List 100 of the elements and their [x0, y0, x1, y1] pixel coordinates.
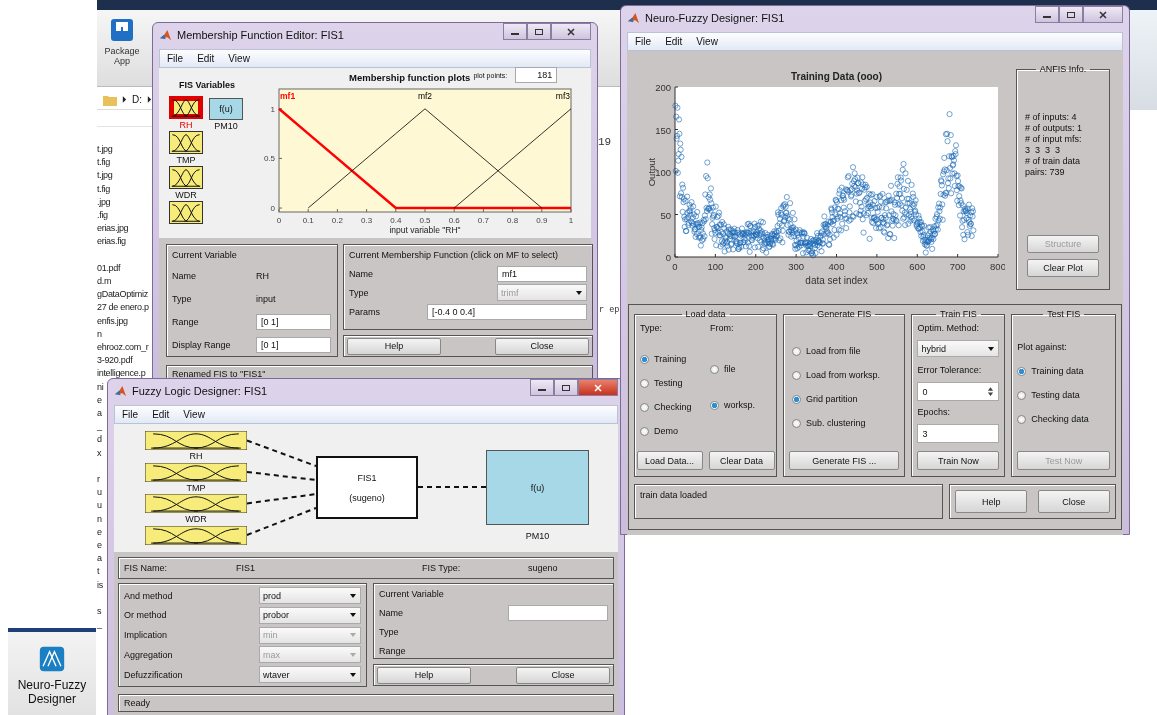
input-variable-block[interactable] — [145, 431, 247, 450]
dialog-button[interactable]: Generate FIS ... — [789, 451, 900, 470]
file-name[interactable]: e — [97, 525, 102, 540]
menu-item[interactable]: Edit — [658, 36, 690, 47]
radio-button[interactable] — [792, 394, 802, 404]
menu-item[interactable]: View — [221, 53, 257, 64]
dialog-button[interactable]: Close — [1037, 490, 1110, 513]
file-name[interactable]: s — [97, 605, 102, 619]
membership-function-line[interactable] — [307, 108, 543, 209]
menu-item[interactable]: Edit — [190, 53, 222, 64]
file-name[interactable]: n — [97, 512, 102, 526]
file-name[interactable]: intelligence.p — [97, 367, 146, 381]
input-variable-block[interactable] — [145, 462, 247, 482]
input-field[interactable]: 3 — [917, 424, 1000, 443]
dialog-button[interactable]: Clear Plot — [1027, 259, 1099, 277]
radio-button[interactable] — [640, 354, 649, 364]
file-name[interactable]: 01.pdf — [97, 261, 121, 275]
input-variable-block[interactable] — [145, 525, 247, 545]
minimize-button[interactable] — [530, 379, 554, 396]
maximize-button[interactable] — [1059, 6, 1083, 23]
file-name[interactable]: ni — [97, 380, 104, 394]
dropdown[interactable]: hybrid — [917, 340, 1000, 357]
file-name[interactable]: .jpg — [97, 195, 111, 209]
input-field[interactable]: mf1 — [497, 265, 587, 282]
file-name[interactable]: d.m — [97, 275, 112, 289]
file-name[interactable]: e — [97, 393, 102, 408]
radio-button[interactable] — [710, 400, 719, 410]
dropdown[interactable]: probor — [259, 606, 361, 624]
file-name[interactable]: _ — [97, 618, 102, 632]
number-field[interactable]: 0 — [917, 382, 1000, 401]
dialog-button[interactable]: Help — [377, 666, 471, 684]
close-button[interactable] — [551, 23, 591, 40]
dialog-button[interactable]: Load Data... — [636, 451, 703, 470]
input-field[interactable]: [0 1] — [256, 313, 331, 330]
input-variable-block[interactable] — [169, 166, 203, 189]
close-button[interactable] — [1083, 6, 1123, 23]
radio-button[interactable] — [1017, 390, 1027, 400]
menu-item[interactable]: File — [628, 36, 659, 47]
minimize-button[interactable] — [503, 23, 527, 40]
minimize-button[interactable] — [1035, 6, 1059, 23]
dialog-button[interactable]: Close — [516, 666, 610, 684]
dialog-button[interactable]: Train Now — [917, 451, 1000, 470]
file-name[interactable]: n — [97, 327, 102, 342]
dialog-button[interactable]: Help — [955, 490, 1028, 513]
file-name[interactable]: u — [97, 486, 102, 500]
input-field[interactable]: [-0.4 0 0.4] — [427, 303, 587, 320]
radio-button[interactable] — [640, 402, 649, 412]
file-name[interactable]: a — [97, 407, 102, 421]
dropdown[interactable]: prod — [259, 587, 361, 604]
menu-item[interactable]: Edit — [145, 409, 177, 420]
input-variable-block[interactable] — [169, 201, 203, 224]
dialog-button[interactable]: Clear Data — [708, 451, 775, 470]
file-name[interactable]: x — [97, 446, 102, 460]
file-name[interactable]: e — [97, 539, 102, 553]
file-name[interactable]: is — [97, 578, 103, 592]
file-name[interactable]: erias.jpg — [97, 222, 129, 236]
file-name[interactable]: t.fig — [97, 182, 110, 196]
input-field[interactable] — [508, 604, 608, 621]
membership-function-line[interactable] — [453, 108, 572, 209]
file-name[interactable]: _ — [97, 420, 102, 434]
dialog-button[interactable]: Help — [347, 337, 441, 355]
output-variable-block[interactable]: f(u) — [486, 450, 589, 525]
package-app-button[interactable]: Package App — [103, 18, 141, 66]
file-name[interactable]: t.jpg — [97, 143, 113, 157]
maximize-button[interactable] — [554, 379, 578, 396]
file-name[interactable]: ehrooz.com_r — [97, 341, 149, 355]
menu-item[interactable]: File — [160, 53, 191, 64]
app-button[interactable]: Neuro-Fuzzy Designer — [8, 628, 96, 715]
maximize-button[interactable] — [527, 23, 551, 40]
input-variable-block[interactable] — [169, 96, 203, 119]
file-name[interactable]: .fig — [97, 209, 108, 223]
file-name[interactable]: t.fig — [97, 156, 110, 170]
radio-button[interactable] — [640, 426, 649, 436]
dropdown[interactable]: wtaver — [259, 666, 361, 683]
output-variable-block[interactable]: f(u) — [209, 98, 243, 120]
input-field[interactable]: [0 1] — [256, 336, 331, 353]
plot-points-field[interactable]: 181 — [515, 67, 558, 83]
radio-button[interactable] — [1017, 414, 1027, 424]
file-name[interactable]: 27 de enero.p — [97, 301, 149, 315]
file-name[interactable]: t — [97, 565, 100, 579]
radio-button[interactable] — [1017, 366, 1027, 376]
radio-button[interactable] — [792, 370, 802, 380]
menu-item[interactable]: File — [115, 409, 146, 420]
file-name[interactable]: u — [97, 499, 102, 513]
radio-button[interactable] — [792, 346, 802, 356]
radio-button[interactable] — [710, 364, 719, 374]
file-name[interactable]: t.jpg — [97, 169, 113, 183]
file-name[interactable]: gDataOptimiz — [97, 288, 148, 302]
fis-system-block[interactable]: FIS1 (sugeno) — [316, 456, 418, 519]
file-name[interactable]: erias.fig — [97, 235, 126, 249]
file-name[interactable]: enfis.jpg — [97, 314, 128, 328]
file-name[interactable]: a — [97, 552, 102, 566]
input-variable-block[interactable] — [145, 494, 247, 513]
file-name[interactable]: d — [97, 433, 102, 447]
dialog-button[interactable]: Close — [495, 337, 589, 355]
membership-function-line[interactable] — [278, 107, 571, 210]
input-variable-block[interactable] — [169, 131, 203, 154]
file-name[interactable]: 3-920.pdf — [97, 354, 133, 368]
radio-button[interactable] — [792, 418, 802, 428]
menu-item[interactable]: View — [176, 409, 212, 420]
